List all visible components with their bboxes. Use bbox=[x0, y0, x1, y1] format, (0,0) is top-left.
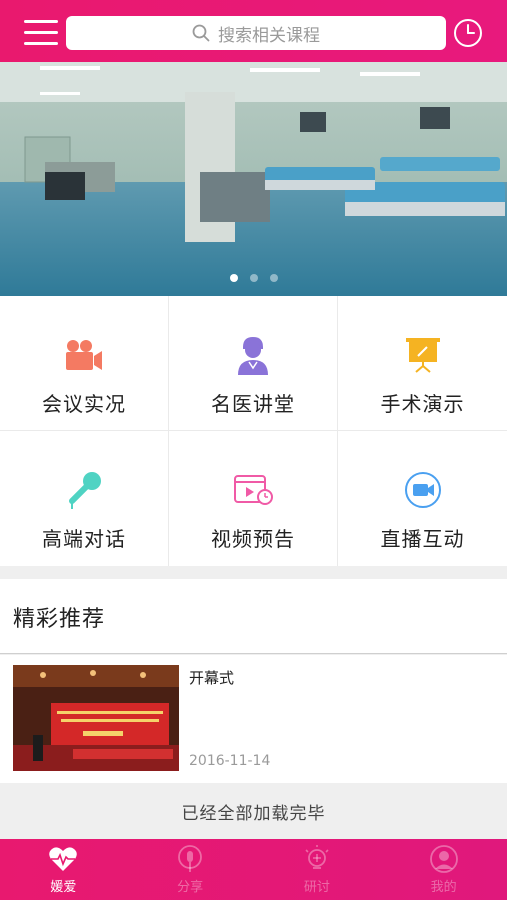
tab-label: 我的 bbox=[430, 880, 457, 895]
category-label: 视频预告 bbox=[211, 527, 295, 551]
search-input[interactable]: 搜索相关课程 bbox=[66, 16, 446, 50]
carousel-dots bbox=[0, 274, 507, 282]
doctor-icon bbox=[232, 334, 274, 376]
category-label: 高端对话 bbox=[42, 527, 126, 551]
recommend-header: 精彩推荐 bbox=[0, 579, 507, 654]
clock-icon[interactable] bbox=[453, 18, 483, 48]
carousel-dot[interactable] bbox=[269, 274, 278, 282]
category-meeting-live[interactable]: 会议实况 bbox=[0, 296, 169, 431]
load-complete-text: 已经全部加载完毕 bbox=[0, 783, 507, 839]
carousel-dot[interactable] bbox=[249, 274, 258, 282]
recommend-title: 精彩推荐 bbox=[13, 607, 106, 632]
top-header: 搜索相关课程 bbox=[0, 0, 507, 62]
tab-share[interactable]: 分享 bbox=[127, 839, 254, 900]
tab-label: 分享 bbox=[177, 880, 204, 895]
tab-label: 媛爱 bbox=[50, 880, 77, 895]
category-dialogue[interactable]: 高端对话 bbox=[0, 431, 169, 566]
video-schedule-icon bbox=[232, 469, 274, 511]
category-label: 手术演示 bbox=[380, 392, 465, 416]
user-icon bbox=[429, 844, 459, 874]
news-date: 2016-11-14 bbox=[189, 753, 271, 769]
video-camera-icon bbox=[63, 334, 105, 376]
hamburger-menu-icon[interactable] bbox=[24, 20, 58, 46]
category-label: 名医讲堂 bbox=[211, 392, 295, 416]
lightbulb-icon bbox=[302, 844, 332, 874]
category-surgery-demo[interactable]: 手术演示 bbox=[338, 296, 507, 431]
search-icon bbox=[192, 24, 210, 42]
tab-label: 研讨 bbox=[303, 880, 330, 895]
tab-mine[interactable]: 我的 bbox=[380, 839, 507, 900]
podcast-icon bbox=[175, 844, 205, 874]
presentation-board-icon bbox=[402, 334, 444, 376]
heartbeat-icon bbox=[48, 844, 78, 874]
tab-discuss[interactable]: 研讨 bbox=[254, 839, 381, 900]
category-live-interaction[interactable]: 直播互动 bbox=[338, 431, 507, 566]
search-placeholder: 搜索相关课程 bbox=[218, 25, 320, 46]
list-item[interactable]: 开幕式 2016-11-14 bbox=[0, 655, 507, 783]
category-label: 会议实况 bbox=[42, 392, 126, 416]
microphone-icon bbox=[63, 469, 105, 511]
category-label: 直播互动 bbox=[380, 527, 465, 551]
category-grid: 会议实况 名医讲堂 手术演示 高端对话 视频预告 直播互动 bbox=[0, 296, 507, 566]
tab-yuanai[interactable]: 媛爱 bbox=[0, 839, 127, 900]
news-title: 开幕式 bbox=[189, 669, 235, 687]
hospital-ward-photo bbox=[0, 62, 507, 296]
app-screen: 搜索相关课程 会议实况 名医讲堂 手术演示 高端对话 视频预告 直播互动 精彩推… bbox=[0, 0, 507, 900]
category-famous-doctor[interactable]: 名医讲堂 bbox=[169, 296, 338, 431]
category-video-preview[interactable]: 视频预告 bbox=[169, 431, 338, 566]
live-camera-icon bbox=[402, 469, 444, 511]
opening-ceremony-photo bbox=[13, 665, 179, 771]
bottom-tabbar: 媛爱 分享 研讨 我的 bbox=[0, 839, 507, 900]
carousel-dot[interactable] bbox=[229, 274, 238, 282]
banner-carousel[interactable] bbox=[0, 62, 507, 296]
